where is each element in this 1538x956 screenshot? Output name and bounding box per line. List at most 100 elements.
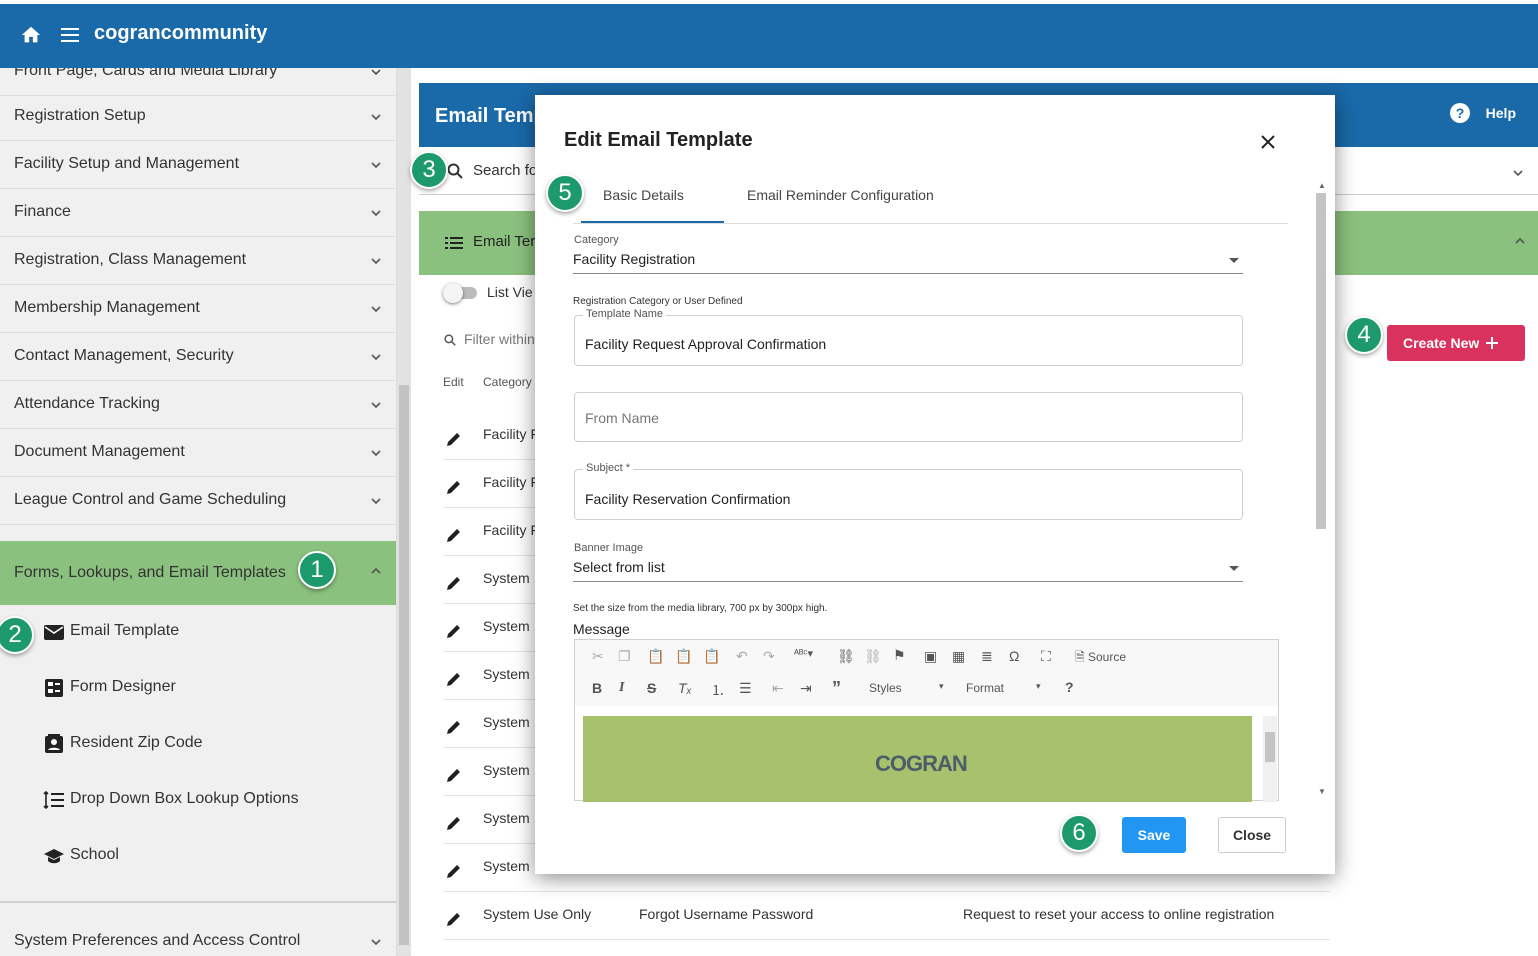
editor-scrollbar-thumb[interactable] — [1265, 732, 1275, 762]
remove-format-icon[interactable]: Tₓ — [678, 680, 692, 696]
home-icon[interactable] — [20, 24, 42, 46]
sidebar-subitem-label: Email Template — [70, 622, 180, 639]
redo-icon[interactable]: ↷ — [763, 648, 775, 665]
envelope-icon — [44, 625, 64, 640]
create-new-button[interactable]: Create New — [1387, 325, 1525, 361]
sidebar-subitem-email-template[interactable]: Email Template — [0, 604, 396, 660]
dialog-scrollbar-thumb[interactable] — [1316, 193, 1326, 529]
help-icon[interactable]: ? — [1065, 679, 1074, 695]
sidebar-subitem-label: Resident Zip Code — [70, 734, 203, 751]
bulleted-list-icon[interactable]: ☰ — [739, 680, 752, 697]
scroll-down-arrow-icon[interactable]: ▼ — [1318, 787, 1326, 796]
edit-pencil-icon[interactable] — [445, 430, 463, 448]
sidebar-item-league-control[interactable]: League Control and Game Scheduling — [0, 477, 396, 525]
undo-icon[interactable]: ↶ — [736, 648, 748, 665]
sidebar-item-system-preferences[interactable]: System Preferences and Access Control — [0, 918, 396, 956]
edit-pencil-icon[interactable] — [445, 814, 463, 832]
maximize-icon[interactable]: ⛶ — [1041, 648, 1051, 665]
chevron-down-icon — [371, 402, 381, 409]
hamburger-menu-icon[interactable] — [61, 28, 79, 42]
spellcheck-icon[interactable]: ᴬᴮᶜ▾ — [794, 647, 813, 660]
sidebar-item-facility-setup[interactable]: Facility Setup and Management — [0, 141, 396, 189]
table-icon[interactable]: ▦ — [952, 648, 965, 665]
category-select[interactable]: Facility Registration — [573, 251, 695, 267]
sidebar-item-registration-class[interactable]: Registration, Class Management — [0, 237, 396, 285]
list-view-toggle[interactable] — [443, 283, 479, 303]
sidebar-subitem-dropdown-lookup[interactable]: Drop Down Box Lookup Options — [0, 772, 396, 828]
tab-email-reminder-configuration[interactable]: Email Reminder Configuration — [747, 187, 934, 223]
sidebar-item-forms-lookups[interactable]: Forms, Lookups, and Email Templates — [0, 541, 396, 605]
chevron-down-icon[interactable] — [1512, 167, 1524, 179]
strikethrough-icon[interactable]: S — [647, 680, 656, 696]
dialog-title: Edit Email Template — [564, 129, 753, 151]
sidebar-item-registration-setup[interactable]: Registration Setup — [0, 93, 396, 141]
sidebar-item-front-page[interactable]: Front Page, Cards and Media Library — [0, 68, 396, 96]
banner-image-select[interactable]: Select from list — [573, 559, 665, 575]
row-category: Facility F — [483, 474, 539, 490]
banner-underline — [573, 581, 1243, 582]
paste-text-icon[interactable]: 📋 — [675, 648, 692, 665]
edit-pencil-icon[interactable] — [445, 670, 463, 688]
editor-toolbar-row-1: ✂ ❐ 📋 📋 📋 ↶ ↷ ᴬᴮᶜ▾ ⛓ ⛓ ⚑ ▣ ▦ ≣ Ω ⛶ 🗎 Sou… — [575, 640, 1278, 673]
styles-label: Styles — [869, 681, 902, 695]
close-icon[interactable] — [1257, 131, 1279, 153]
sidebar-item-membership[interactable]: Membership Management — [0, 285, 396, 333]
unlink-icon[interactable]: ⛓ — [864, 648, 882, 665]
anchor-flag-icon[interactable]: ⚑ — [893, 647, 906, 664]
source-button[interactable]: 🗎 Source — [1075, 648, 1126, 669]
column-header-category[interactable]: Category — [483, 375, 532, 389]
image-icon[interactable]: ▣ — [924, 648, 937, 665]
sidebar-scrollbar-thumb[interactable] — [399, 385, 409, 945]
row-category: System — [483, 762, 530, 778]
edit-pencil-icon[interactable] — [445, 526, 463, 544]
app-title[interactable]: cograncommunity — [94, 22, 267, 45]
form-icon — [45, 679, 63, 697]
editor-scrollbar[interactable] — [1263, 716, 1277, 802]
template-name-field[interactable]: Template Name Facility Request Approval … — [574, 308, 1243, 366]
filter-input[interactable]: Filter within — [464, 331, 535, 347]
sidebar-subitem-form-designer[interactable]: Form Designer — [0, 660, 396, 716]
special-character-icon[interactable]: Ω — [1009, 648, 1019, 664]
edit-pencil-icon[interactable] — [445, 910, 463, 928]
sidebar-subitem-school[interactable]: School — [0, 828, 396, 884]
paste-word-icon[interactable]: 📋 — [703, 648, 720, 665]
indent-icon[interactable]: ⇥ — [800, 680, 812, 697]
horizontal-line-icon[interactable]: ≣ — [981, 648, 993, 665]
edit-pencil-icon[interactable] — [445, 622, 463, 640]
edit-pencil-icon[interactable] — [445, 766, 463, 784]
format-dropdown[interactable]: Format ▾ — [966, 681, 1041, 695]
scroll-up-arrow-icon[interactable]: ▲ — [1318, 181, 1326, 190]
from-name-field[interactable]: From Name — [574, 392, 1243, 442]
chevron-up-icon[interactable] — [1514, 235, 1526, 247]
dropdown-caret-icon[interactable] — [1229, 258, 1239, 263]
column-header-edit[interactable]: Edit — [443, 375, 464, 389]
edit-pencil-icon[interactable] — [445, 478, 463, 496]
copy-icon[interactable]: ❐ — [618, 648, 631, 665]
sidebar-item-attendance[interactable]: Attendance Tracking — [0, 381, 396, 429]
chevron-down-icon — [371, 162, 381, 169]
numbered-list-icon[interactable]: ⒈ — [711, 680, 725, 700]
save-button[interactable]: Save — [1122, 817, 1186, 853]
dropdown-caret-icon[interactable] — [1229, 566, 1239, 571]
outdent-icon[interactable]: ⇤ — [772, 680, 784, 697]
bold-icon[interactable]: B — [592, 680, 602, 696]
sidebar-item-document-management[interactable]: Document Management — [0, 429, 396, 477]
close-button[interactable]: Close — [1218, 817, 1286, 853]
edit-pencil-icon[interactable] — [445, 862, 463, 880]
edit-pencil-icon[interactable] — [445, 718, 463, 736]
cut-icon[interactable]: ✂ — [592, 648, 604, 665]
link-icon[interactable]: ⛓ — [837, 648, 855, 665]
italic-icon[interactable]: I — [619, 680, 624, 696]
editor-toolbar-row-2: B I S Tₓ ⒈ ☰ ⇤ ⇥ ” Styles ▾ Format ▾ ? — [575, 673, 1278, 706]
styles-dropdown[interactable]: Styles ▾ — [869, 681, 944, 695]
subject-field[interactable]: Subject * Facility Reservation Confirmat… — [574, 462, 1243, 520]
subject-value: Facility Reservation Confirmation — [585, 491, 791, 507]
blockquote-icon[interactable]: ” — [832, 678, 841, 699]
sidebar-item-contact-management[interactable]: Contact Management, Security — [0, 333, 396, 381]
sidebar-item-finance[interactable]: Finance — [0, 189, 396, 237]
sidebar-subitem-resident-zip[interactable]: Resident Zip Code — [0, 716, 396, 772]
paste-icon[interactable]: 📋 — [647, 648, 664, 665]
edit-pencil-icon[interactable] — [445, 574, 463, 592]
help-link[interactable]: ? Help — [1449, 103, 1516, 123]
tab-basic-details[interactable]: Basic Details — [603, 187, 684, 223]
